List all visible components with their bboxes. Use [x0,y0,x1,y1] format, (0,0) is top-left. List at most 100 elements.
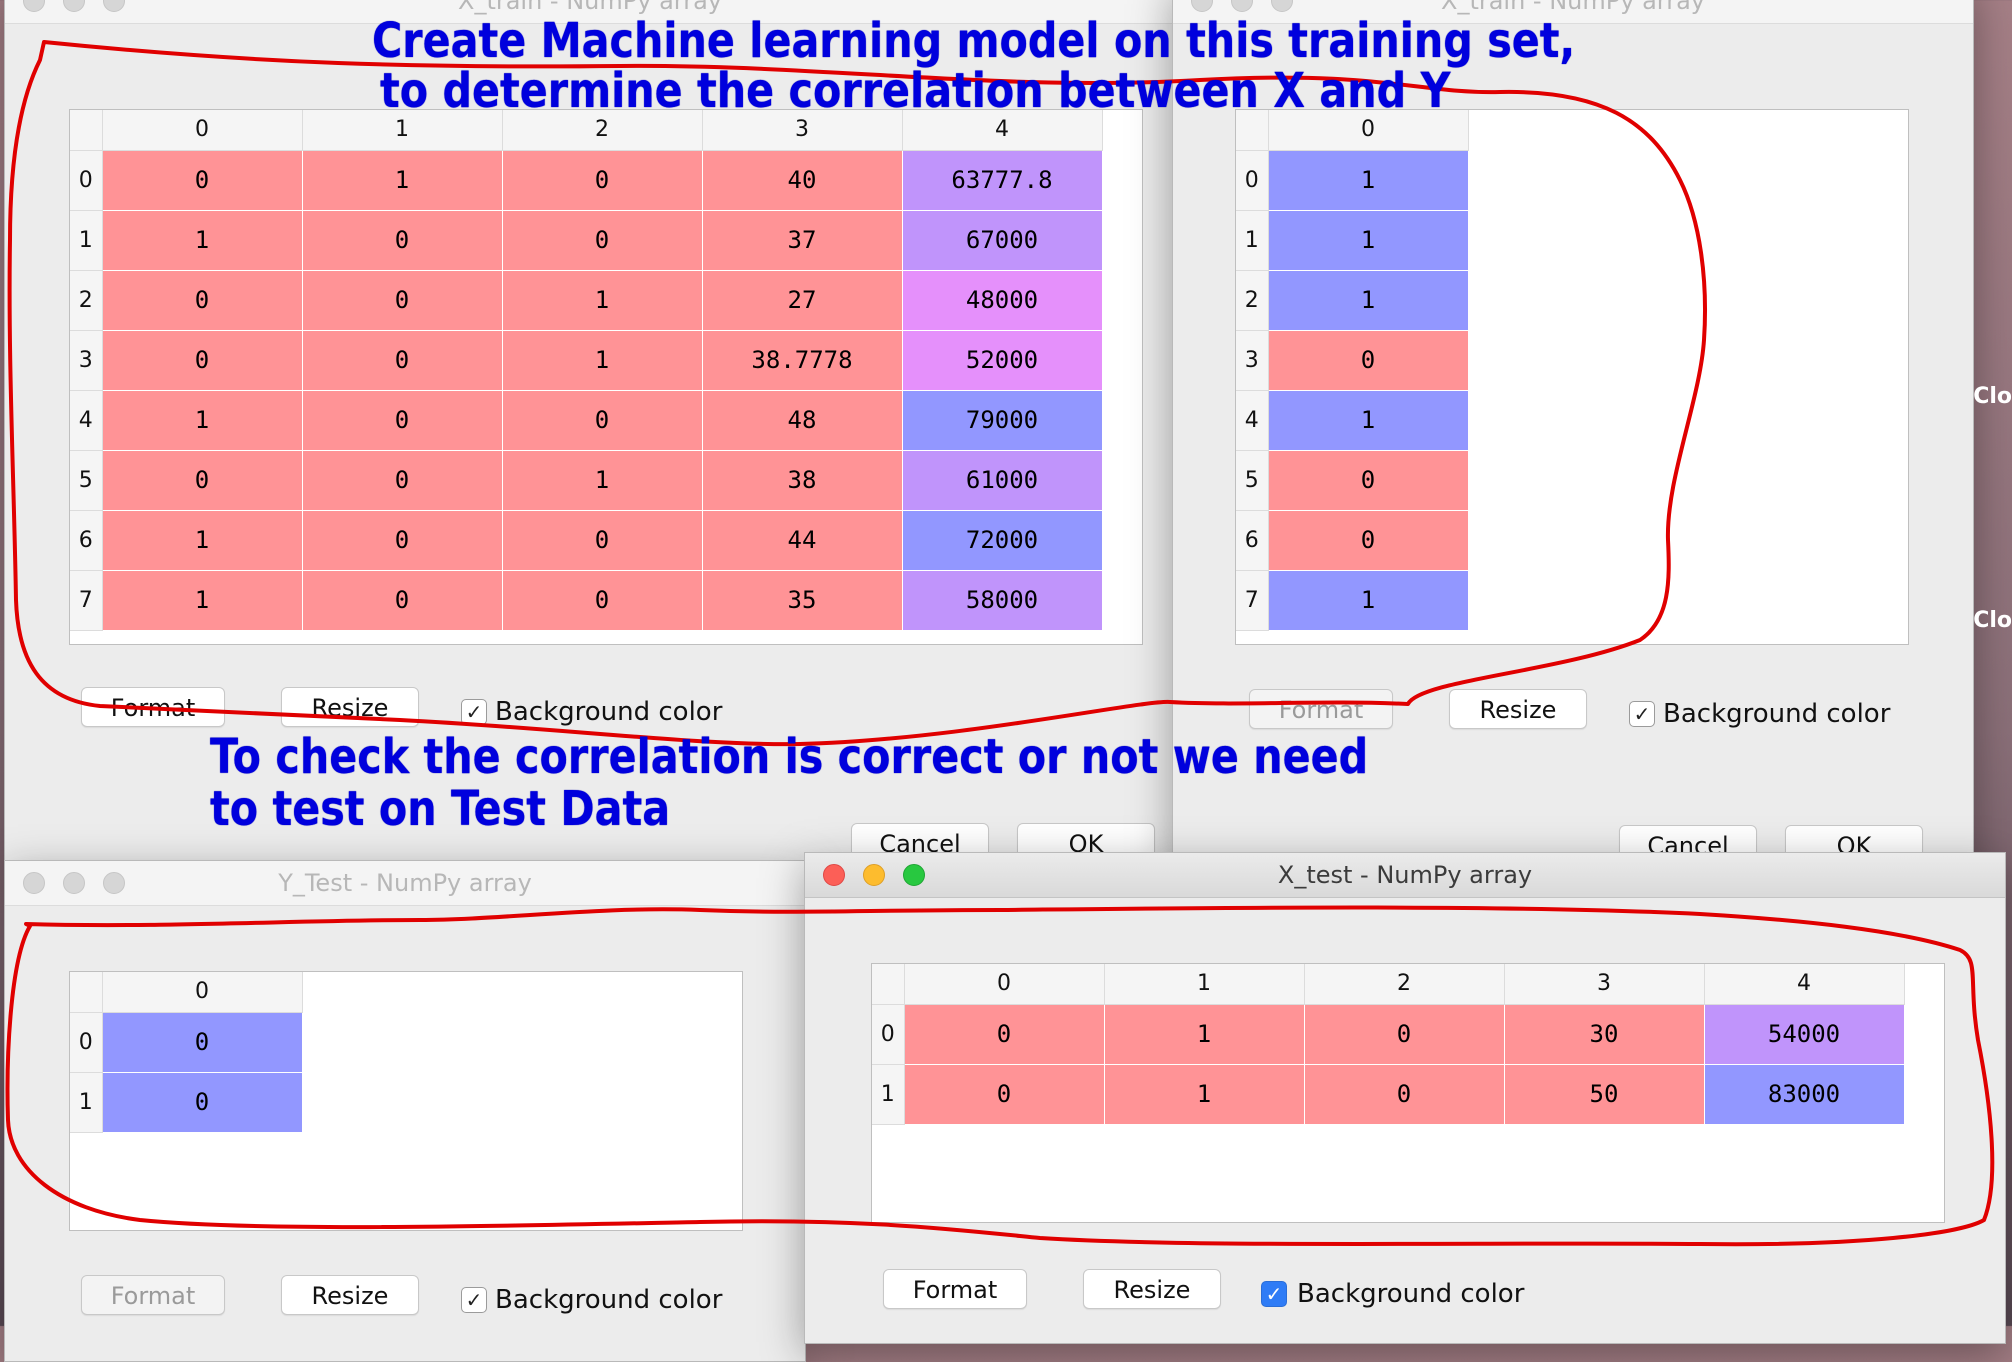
column-header[interactable]: 0 [102,972,303,1013]
array-cell[interactable]: 37 [702,210,903,271]
array-cell[interactable]: 48000 [902,270,1103,331]
background-color-checkbox[interactable]: ✓ [1261,1281,1287,1307]
background-color-checkbox[interactable]: ✓ [461,699,487,725]
array-cell[interactable]: 1 [1268,150,1469,211]
array-cell[interactable]: 0 [502,150,703,211]
array-cell[interactable]: 1 [502,270,703,331]
row-header[interactable]: 1 [1236,210,1269,271]
row-header[interactable]: 7 [1236,570,1269,631]
column-header[interactable]: 0 [904,964,1105,1005]
array-cell[interactable]: 0 [302,450,503,511]
row-header[interactable]: 6 [70,510,103,571]
array-cell[interactable]: 1 [1104,1064,1305,1125]
array-cell[interactable]: 40 [702,150,903,211]
array-cell[interactable]: 35 [702,570,903,631]
array-cell[interactable]: 1 [302,150,503,211]
array-cell[interactable]: 72000 [902,510,1103,571]
array-grid[interactable]: 00010 [69,971,743,1231]
array-cell[interactable]: 1 [502,330,703,391]
array-cell[interactable]: 0 [502,570,703,631]
ytest-titlebar[interactable]: Y_Test - NumPy array [5,861,805,906]
array-cell[interactable]: 0 [102,1072,303,1133]
row-header[interactable]: 7 [70,570,103,631]
array-cell[interactable]: 0 [102,270,303,331]
row-header[interactable]: 5 [1236,450,1269,511]
array-cell[interactable]: 0 [1304,1064,1505,1125]
array-grid[interactable]: 0 1 2 3 4 0 0 1 0 40 63777.8 1 1 0 0 37 67000 2 0 0 1 27 48000… [69,109,1143,645]
resize-button[interactable]: Resize [1449,689,1587,729]
row-header[interactable]: 1 [872,1064,905,1125]
array-cell[interactable]: 0 [302,390,503,451]
array-cell[interactable]: 63777.8 [902,150,1103,211]
array-grid[interactable]: 00111213041506071 [1235,109,1909,645]
resize-button[interactable]: Resize [281,687,419,727]
column-header[interactable]: 4 [1704,964,1905,1005]
resize-button[interactable]: Resize [1083,1269,1221,1309]
array-cell[interactable]: 0 [1268,510,1469,571]
background-color-checkbox[interactable]: ✓ [1629,701,1655,727]
array-cell[interactable]: 79000 [902,390,1103,451]
array-cell[interactable]: 0 [102,1012,303,1073]
array-cell[interactable]: 1 [1268,270,1469,331]
row-header[interactable]: 3 [70,330,103,391]
array-cell[interactable]: 0 [502,510,703,571]
column-header[interactable]: 1 [1104,964,1305,1005]
row-header[interactable]: 0 [70,150,103,211]
column-header[interactable]: 3 [1504,964,1705,1005]
background-color-checkbox[interactable]: ✓ [461,1287,487,1313]
array-cell[interactable]: 27 [702,270,903,331]
array-cell[interactable]: 83000 [1704,1064,1905,1125]
array-cell[interactable]: 0 [302,330,503,391]
array-cell[interactable]: 0 [102,150,303,211]
resize-button[interactable]: Resize [281,1275,419,1315]
array-cell[interactable]: 44 [702,510,903,571]
format-button[interactable]: Format [81,687,225,727]
array-cell[interactable]: 1 [1268,570,1469,631]
array-cell[interactable]: 67000 [902,210,1103,271]
array-cell[interactable]: 0 [302,270,503,331]
array-cell[interactable]: 0 [1268,450,1469,511]
array-cell[interactable]: 1 [102,210,303,271]
row-header[interactable]: 1 [70,210,103,271]
row-header[interactable]: 2 [70,270,103,331]
array-cell[interactable]: 0 [302,510,503,571]
row-header[interactable]: 1 [70,1072,103,1133]
array-cell[interactable]: 48 [702,390,903,451]
row-header[interactable]: 2 [1236,270,1269,331]
array-cell[interactable]: 0 [302,570,503,631]
array-cell[interactable]: 0 [102,330,303,391]
array-cell[interactable]: 1 [502,450,703,511]
array-cell[interactable]: 0 [904,1064,1105,1125]
array-cell[interactable]: 52000 [902,330,1103,391]
column-header[interactable]: 0 [102,110,303,151]
row-header[interactable]: 0 [1236,150,1269,211]
array-grid[interactable]: 0 1 2 3 4 0 0 1 0 30 54000 1 0 1 0 50 83000 [871,963,1945,1223]
array-cell[interactable]: 0 [904,1004,1105,1065]
format-button[interactable]: Format [883,1269,1027,1309]
array-cell[interactable]: 50 [1504,1064,1705,1125]
row-header[interactable]: 0 [70,1012,103,1073]
row-header[interactable]: 3 [1236,330,1269,391]
array-cell[interactable]: 61000 [902,450,1103,511]
array-cell[interactable]: 54000 [1704,1004,1905,1065]
array-cell[interactable]: 0 [502,390,703,451]
array-cell[interactable]: 30 [1504,1004,1705,1065]
array-cell[interactable]: 1 [102,570,303,631]
array-cell[interactable]: 0 [502,210,703,271]
row-header[interactable]: 6 [1236,510,1269,571]
array-cell[interactable]: 0 [102,450,303,511]
array-cell[interactable]: 1 [102,510,303,571]
array-cell[interactable]: 1 [1268,210,1469,271]
array-cell[interactable]: 38.7778 [702,330,903,391]
array-cell[interactable]: 58000 [902,570,1103,631]
format-button[interactable]: Format [81,1275,225,1315]
array-cell[interactable]: 38 [702,450,903,511]
row-header[interactable]: 4 [1236,390,1269,451]
row-header[interactable]: 0 [872,1004,905,1065]
array-cell[interactable]: 1 [102,390,303,451]
column-header[interactable]: 2 [1304,964,1505,1005]
array-cell[interactable]: 0 [302,210,503,271]
row-header[interactable]: 5 [70,450,103,511]
array-cell[interactable]: 1 [1104,1004,1305,1065]
array-cell[interactable]: 0 [1304,1004,1505,1065]
